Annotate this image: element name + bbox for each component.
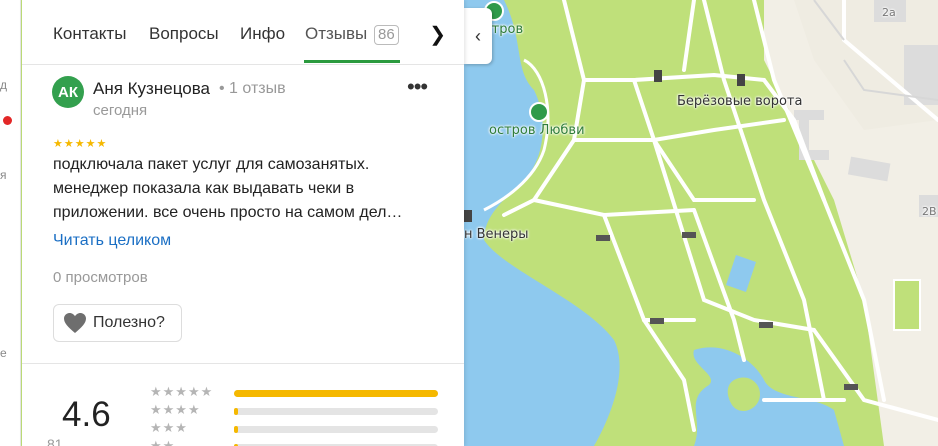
rating-row-5: ★★★★★ — [150, 384, 440, 400]
rating-row-2: ★★ — [150, 438, 440, 446]
collapse-panel-button[interactable]: ‹ — [464, 8, 492, 64]
map-label-birch-gate: Берёзовые ворота — [677, 94, 803, 109]
tab-info[interactable]: Инфо — [240, 24, 285, 44]
tab-questions[interactable]: Вопросы — [149, 24, 219, 44]
rating-row-4: ★★★★ — [150, 402, 440, 418]
review-views: 0 просмотров — [53, 269, 148, 286]
rating-bar-fill — [234, 390, 438, 397]
reviews-count-badge: 86 — [374, 25, 399, 45]
review-text-line: подключала пакет услуг для самозанятых. — [53, 156, 370, 173]
map-label-venus: н Венеры — [464, 227, 529, 242]
rating-bar-track — [234, 408, 438, 415]
map-label-house: 2а — [882, 6, 896, 19]
map-view[interactable]: й остров остров Любви Берёзовые ворота н… — [464, 0, 938, 446]
heart-icon — [64, 313, 86, 333]
rating-bar-fill — [234, 426, 238, 433]
useful-button[interactable]: Полезно? — [53, 304, 182, 342]
review-text-line: менеджер показала как выдавать чеки в — [53, 180, 355, 197]
left-strip: д я е — [0, 0, 21, 446]
review-text-line: приложении. все очень просто на самом де… — [53, 204, 403, 221]
useful-label: Полезно? — [93, 314, 165, 331]
map-label-house: 2В — [922, 205, 937, 218]
rating-row-stars: ★★★★ — [150, 402, 201, 417]
strip-fragment: д — [0, 78, 8, 92]
rating-row-stars: ★★★★★ — [150, 384, 214, 399]
active-tab-indicator — [304, 60, 400, 63]
map-canvas[interactable] — [464, 0, 938, 446]
author-review-count: • 1 отзыв — [219, 80, 286, 97]
strip-fragment: е — [0, 346, 7, 360]
avatar[interactable]: АК — [52, 76, 84, 108]
rating-row-stars: ★★★ — [150, 420, 188, 435]
review-date: сегодня — [93, 102, 148, 119]
review-stars: ★★★★★ — [53, 138, 108, 150]
rating-row-3: ★★★ — [150, 420, 440, 436]
review-text: подключала пакет услуг для самозанятых. … — [53, 153, 448, 225]
rating-bar-track — [234, 390, 438, 397]
tab-bar: Контакты Вопросы Инфо Отзывы 86 ❯ — [22, 0, 464, 65]
chevron-right-icon[interactable]: ❯ — [429, 22, 446, 47]
notification-dot — [3, 116, 12, 125]
strip-fragment: я — [0, 168, 7, 182]
rating-bar-fill — [234, 408, 238, 415]
chevron-left-icon: ‹ — [475, 25, 481, 46]
rating-bar-track — [234, 426, 438, 433]
review-author[interactable]: Аня Кузнецова — [93, 79, 210, 99]
divider — [22, 363, 464, 364]
tab-reviews-label: Отзывы — [305, 24, 368, 43]
tab-reviews[interactable]: Отзывы 86 — [305, 24, 399, 45]
rating-count: 81 — [47, 436, 63, 446]
place-panel: Контакты Вопросы Инфо Отзывы 86 ❯ АК Аня… — [22, 0, 464, 446]
more-options-icon[interactable]: ••• — [407, 76, 428, 98]
overall-rating: 4.6 — [62, 395, 111, 434]
tab-contacts[interactable]: Контакты — [53, 24, 126, 44]
rating-row-stars: ★★ — [150, 438, 176, 446]
read-more-link[interactable]: Читать целиком — [53, 232, 171, 250]
map-label-love-island: остров Любви — [489, 123, 585, 138]
